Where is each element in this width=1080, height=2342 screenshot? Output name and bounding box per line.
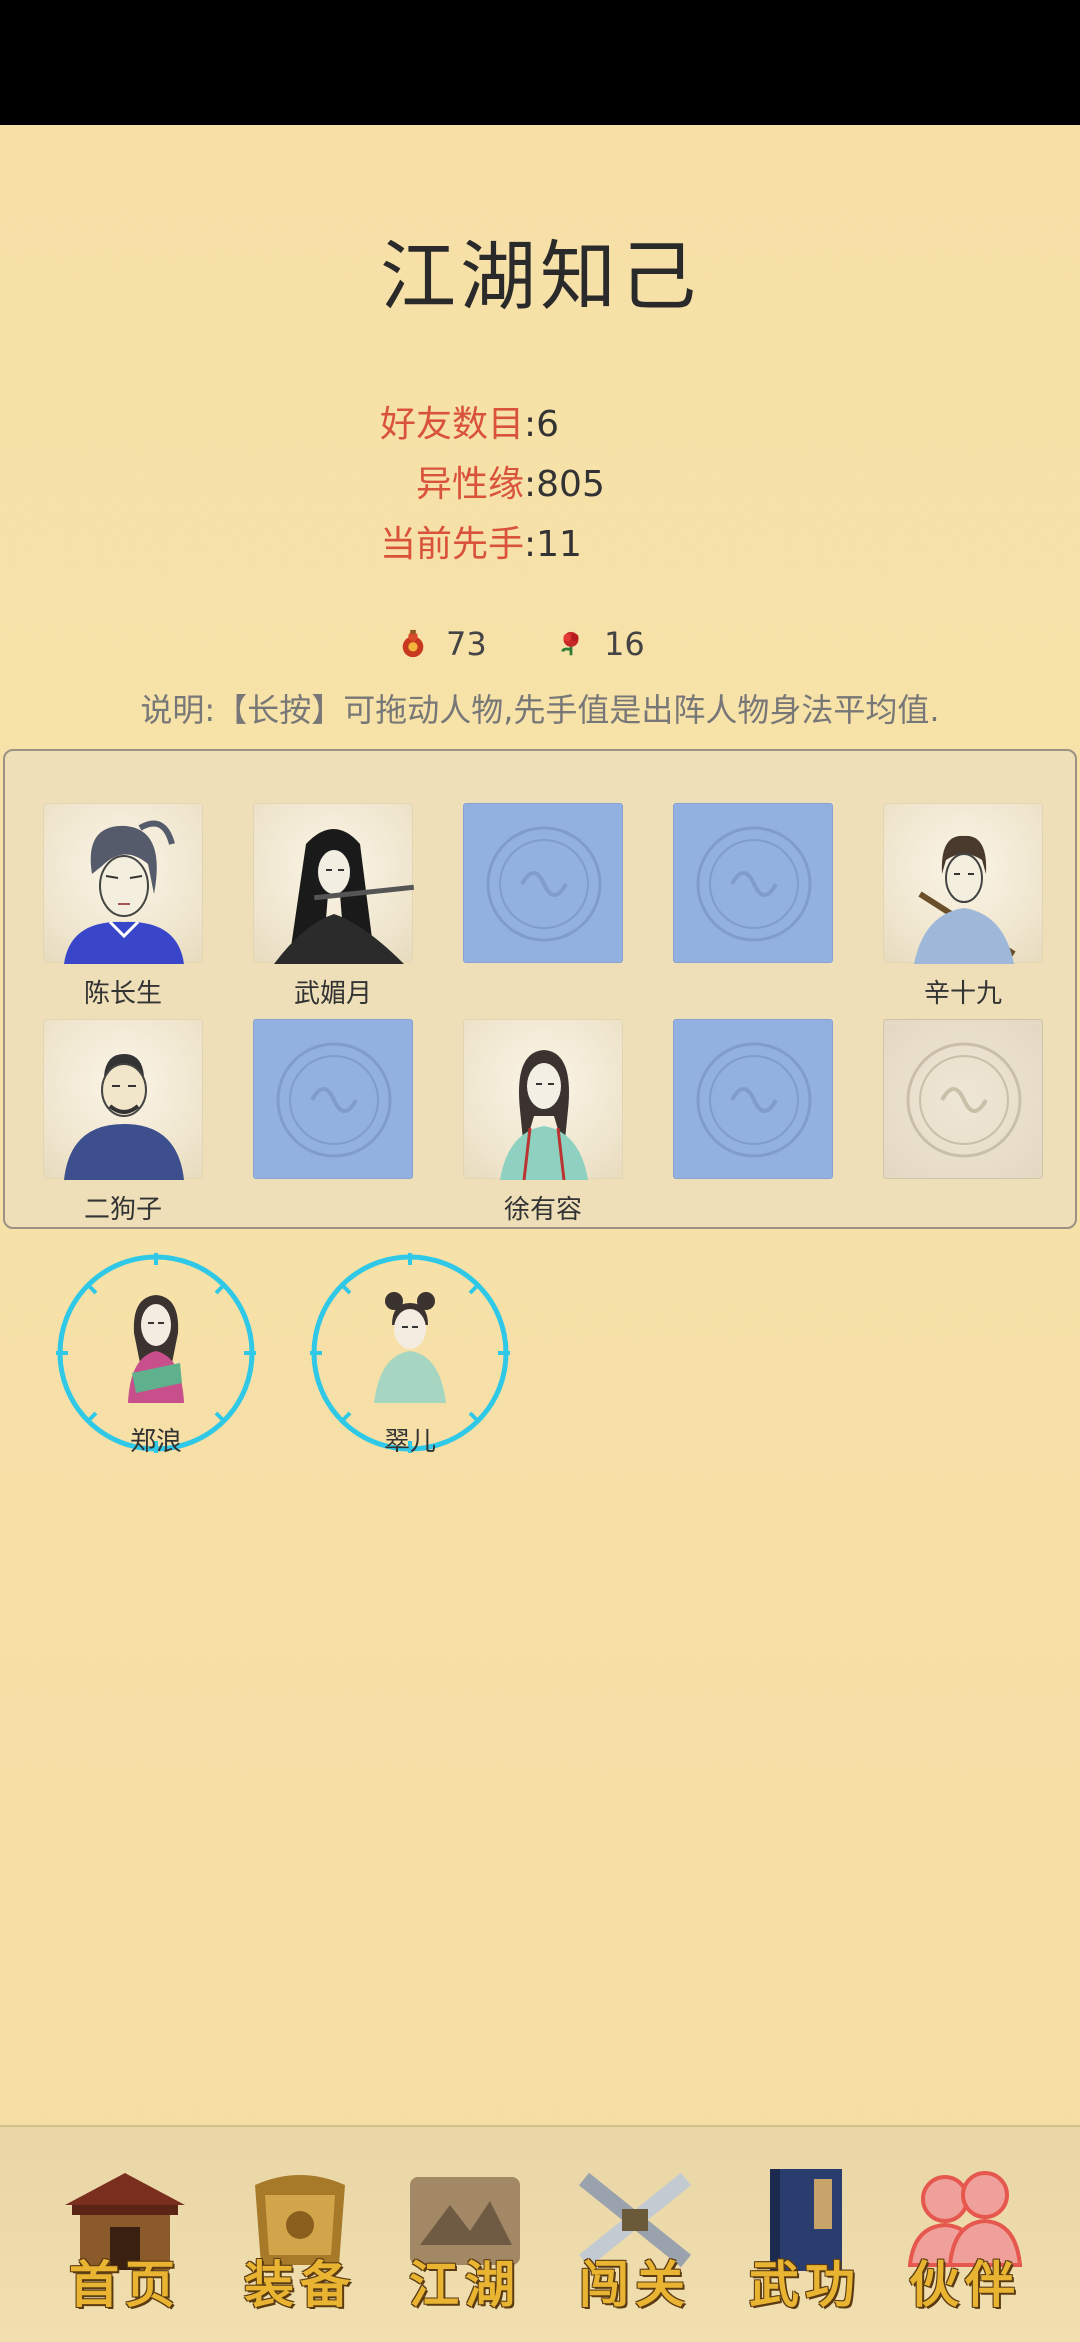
reserve-companion-2[interactable]: 翠儿 xyxy=(310,1253,510,1457)
friends-count: 好友数目:6 xyxy=(380,395,559,447)
nav-jianghu[interactable]: 江湖 xyxy=(390,2165,530,2315)
slot-8-name: 徐有容 xyxy=(503,1195,582,1225)
instruction-note: 说明:【长按】可拖动人物,先手值是出阵人物身法平均值. xyxy=(140,691,940,729)
slot-5-name: 辛十九 xyxy=(923,979,1002,1009)
rose-count: 16 xyxy=(604,625,645,663)
wu-meiyue-portrait xyxy=(274,829,414,964)
gourd-resource: 73 xyxy=(398,625,487,663)
nav-equipment[interactable]: 装备 xyxy=(225,2165,365,2315)
charm-label: 异性缘 xyxy=(416,464,525,505)
initiative-value: :11 xyxy=(524,524,582,565)
nav-companions-label: 伙伴 xyxy=(909,2255,1021,2314)
slot-2-name: 武媚月 xyxy=(293,979,372,1009)
rose-resource: 16 xyxy=(556,625,645,663)
nav-martial-arts[interactable]: 武功 xyxy=(730,2165,870,2315)
chen-changsheng-portrait xyxy=(64,820,184,964)
reserve-companion-1-name: 郑浪 xyxy=(129,1427,182,1457)
xu-yourong-portrait xyxy=(500,1050,588,1180)
slot-3-empty[interactable] xyxy=(463,803,623,963)
nav-jianghu-label: 江湖 xyxy=(409,2255,521,2314)
slot-9-empty[interactable] xyxy=(673,1019,833,1179)
gourd-count: 73 xyxy=(446,625,487,663)
nav-home-label: 首页 xyxy=(69,2255,181,2314)
nav-home[interactable]: 首页 xyxy=(50,2165,190,2315)
charm-value: :805 xyxy=(524,464,605,505)
slot-8[interactable] xyxy=(463,1019,623,1180)
nav-challenge-label: 闯关 xyxy=(579,2255,691,2314)
initiative-label: 当前先手 xyxy=(380,524,525,565)
nav-equipment-label: 装备 xyxy=(244,2255,356,2314)
status-bar xyxy=(0,0,1080,125)
slot-4-empty[interactable] xyxy=(673,803,833,963)
empty-slot-emblem-icon xyxy=(696,826,812,942)
page-title: 江湖知己 xyxy=(380,232,700,321)
friends-value: :6 xyxy=(524,404,560,445)
empty-slot-emblem-icon xyxy=(486,826,602,942)
slot-6[interactable] xyxy=(43,1019,203,1180)
slot-2[interactable] xyxy=(253,803,414,964)
cui-er-portrait xyxy=(374,1292,446,1403)
reserve-companion-2-name: 翠儿 xyxy=(383,1427,436,1457)
er-gouzi-portrait xyxy=(64,1054,184,1180)
bottom-nav: 首页 装备 江湖 闯关 武功 伙伴 xyxy=(0,2125,1080,2342)
charm-stat: 异性缘:805 xyxy=(416,455,605,507)
slot-1-name: 陈长生 xyxy=(83,979,162,1009)
rose-icon xyxy=(561,631,579,656)
initiative-stat: 当前先手:11 xyxy=(380,515,582,567)
reserve-companion-1[interactable]: 郑浪 xyxy=(56,1253,256,1457)
slot-5[interactable] xyxy=(883,803,1043,964)
locked-slot-emblem-icon xyxy=(906,1042,1022,1158)
slot-1[interactable] xyxy=(43,803,203,964)
zheng-lang-portrait xyxy=(128,1295,184,1403)
empty-slot-emblem-icon xyxy=(276,1042,392,1158)
formation-panel: 陈长生 武媚月 辛十九 二狗子 徐有容 xyxy=(3,749,1077,1229)
xin-shijiu-portrait xyxy=(914,835,1016,964)
friends-label: 好友数目 xyxy=(380,404,525,445)
gourd-icon xyxy=(402,629,424,658)
nav-challenge[interactable]: 闯关 xyxy=(560,2165,700,2315)
empty-slot-emblem-icon xyxy=(696,1042,812,1158)
slot-6-name: 二狗子 xyxy=(83,1195,162,1225)
slot-7-empty[interactable] xyxy=(253,1019,413,1179)
nav-companions[interactable]: 伙伴 xyxy=(890,2165,1030,2315)
nav-martial-arts-label: 武功 xyxy=(749,2255,861,2314)
slot-10-locked[interactable] xyxy=(883,1019,1043,1179)
